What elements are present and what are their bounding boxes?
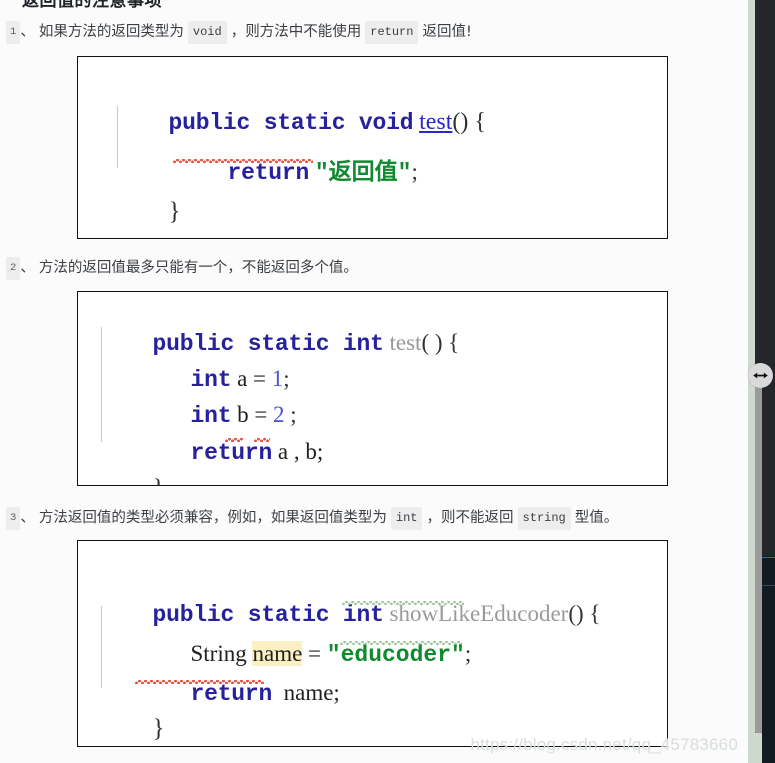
note-separator-1: 、 [20, 24, 35, 40]
note-number-3: 3 [6, 507, 21, 530]
string-literal-return-value: "返回值" [314, 160, 412, 186]
keyword-public-static-void: public static void [168, 110, 414, 136]
note-text-1a: 如果方法的返回类型为 [38, 24, 184, 40]
keyword-return: return [190, 681, 273, 707]
resize-horizontal-handle[interactable] [748, 363, 773, 388]
spellcheck-squiggle [254, 438, 270, 442]
closing-brace-3: } [152, 715, 165, 742]
panel-rule [762, 585, 775, 586]
inline-code-int: int [390, 507, 423, 530]
note-item-3: 3、 方法返回值的类型必须兼容，例如，如果返回值类型为 int ，则不能返回 s… [6, 507, 618, 530]
code-punct-3-1: () { [568, 601, 601, 626]
code-line-1-2: return "返回值"; [170, 137, 418, 208]
note-text-2: 方法的返回值最多只能有一个，不能返回多个值。 [38, 260, 358, 276]
method-name-test: test [419, 109, 453, 135]
returned-variable-name: name; [283, 680, 340, 705]
code-line-2-5: } [95, 453, 165, 485]
keyword-return: return [190, 440, 273, 466]
method-name-test: test [389, 330, 422, 355]
note-text-3c: 型值。 [574, 510, 619, 526]
vertical-scrollbar-thumb[interactable] [755, 385, 762, 733]
pane-bottom-padding [748, 733, 762, 763]
note-item-2: 2、 方法的返回值最多只能有一个，不能返回多个值。 [6, 257, 358, 280]
spellcheck-squiggle [225, 438, 243, 442]
note-separator-3: 、 [20, 510, 35, 526]
code-semicolon-1-2: ; [411, 159, 418, 184]
code-block-2: public static int test( ) { int a = 1; i… [77, 291, 668, 486]
spellcheck-squiggle [342, 601, 464, 605]
spellcheck-squiggle [135, 680, 264, 684]
csdn-watermark: https://blog.csdn.net/qq_45783660 [470, 735, 738, 754]
code-semicolon-3-2: ; [464, 641, 472, 666]
right-dark-panel-lower [762, 556, 775, 763]
inline-code-void: void [187, 21, 227, 44]
page-root: 返回值的注意事项 1、 如果方法的返回类型为 void ，则方法中不能使用 re… [0, 0, 775, 763]
code-line-1-3: } [111, 176, 181, 238]
note-text-1c: 返回值! [422, 24, 472, 40]
inline-code-return: return [365, 21, 419, 44]
code-punct-2-1: ( ) { [421, 330, 460, 355]
keyword-return: return [227, 160, 310, 186]
note-number-1: 1 [6, 21, 21, 44]
resize-horizontal-icon [752, 370, 769, 381]
note-number-2: 2 [6, 257, 21, 280]
panel-rule-accent [762, 557, 775, 558]
section-heading-cutoff: 返回值的注意事项 [22, 0, 162, 10]
closing-brace-1: } [168, 198, 181, 225]
note-item-1: 1、 如果方法的返回类型为 void ，则方法中不能使用 return 返回值! [6, 21, 472, 44]
spellcheck-squiggle [340, 641, 462, 645]
code-punct-1-1: () { [452, 109, 486, 135]
spellcheck-squiggle [173, 159, 313, 163]
article-content: 返回值的注意事项 1、 如果方法的返回类型为 void ，则方法中不能使用 re… [0, 0, 748, 763]
note-separator-2: 、 [20, 260, 35, 276]
code-line-3-4: } [95, 693, 165, 746]
return-expression-a-b: a , b; [277, 439, 324, 464]
string-literal-educoder: "educoder" [326, 642, 465, 668]
note-text-1b: ，则方法中不能使用 [230, 24, 362, 40]
code-block-1: public static void test() { return "返回值"… [77, 56, 668, 239]
closing-brace-2: } [153, 475, 165, 485]
inline-code-string: string [517, 507, 571, 530]
note-text-3b: ，则不能返回 [426, 510, 514, 526]
code-block-3: public static int showLikeEducoder() { S… [77, 540, 668, 747]
note-text-3a: 方法返回值的类型必须兼容，例如，如果返回值类型为 [38, 510, 387, 526]
